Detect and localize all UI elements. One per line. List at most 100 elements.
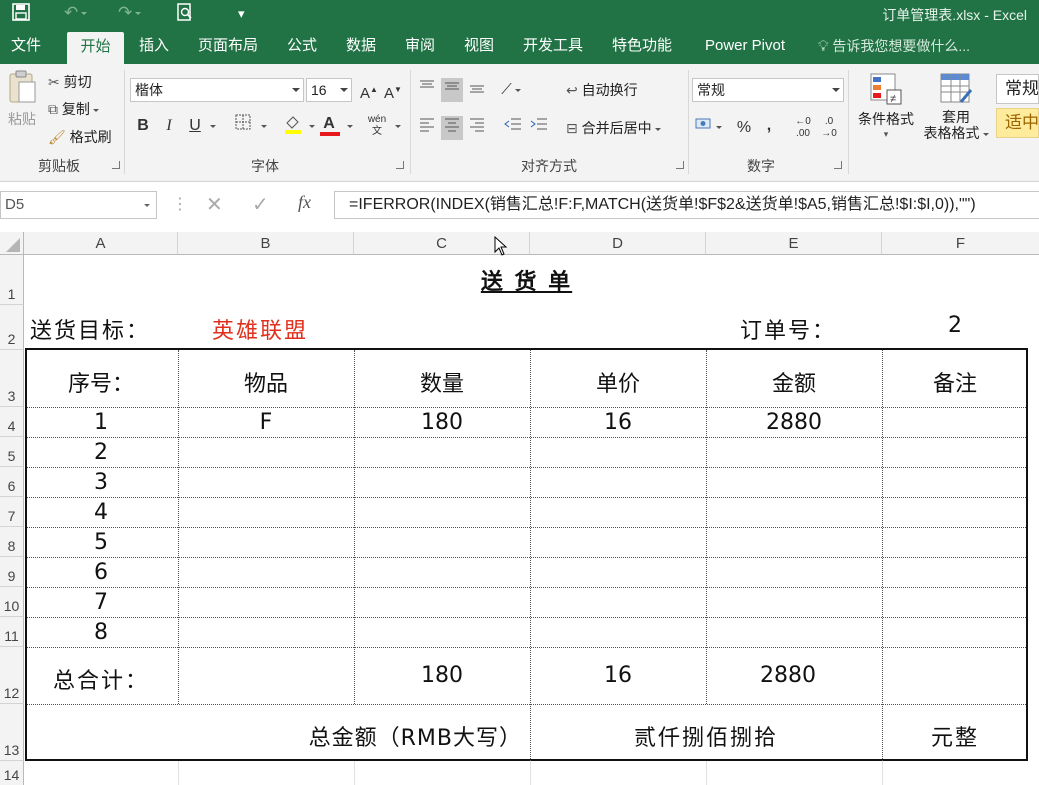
cell-no[interactable]: 6 — [24, 560, 178, 585]
row-header-1[interactable]: 1 — [0, 255, 24, 305]
insert-function-icon[interactable]: fx — [298, 192, 311, 213]
row-header-5[interactable]: 5 — [0, 437, 24, 467]
row-header-10[interactable]: 10 — [0, 587, 24, 617]
row-header-11[interactable]: 11 — [0, 617, 24, 647]
print-preview-icon[interactable] — [176, 3, 194, 26]
font-size-combo[interactable]: 16 — [306, 78, 352, 102]
comma-button[interactable]: , — [758, 114, 780, 138]
customize-icon[interactable]: ▾ — [238, 6, 245, 22]
align-bottom-icon[interactable] — [466, 78, 488, 102]
row-header-3[interactable]: 3 — [0, 350, 24, 407]
cell-no[interactable]: 3 — [24, 470, 178, 495]
cell-no[interactable]: 2 — [24, 440, 178, 465]
increase-indent-icon[interactable] — [528, 116, 550, 140]
alignment-launcher-icon[interactable] — [676, 161, 684, 169]
redo-icon[interactable]: ↷ — [118, 3, 142, 23]
sheet-title[interactable]: 送 货 单 — [24, 264, 1029, 296]
underline-button[interactable]: U — [184, 114, 206, 138]
paste-button[interactable]: 粘贴 — [4, 70, 40, 132]
target-value[interactable]: 英雄联盟 — [212, 313, 308, 345]
order-label[interactable]: 订单号： — [740, 313, 836, 345]
column-header-f[interactable]: F — [882, 232, 1039, 255]
column-header-d[interactable]: D — [530, 232, 706, 255]
number-format-combo[interactable]: 常规 — [692, 78, 844, 102]
align-right-icon[interactable] — [466, 116, 488, 140]
row-header-14[interactable]: 14 — [0, 761, 24, 785]
row-header-13[interactable]: 13 — [0, 704, 24, 761]
cell-price[interactable]: 16 — [530, 410, 706, 435]
total-price[interactable]: 16 — [530, 663, 706, 688]
copy-button[interactable]: ⧉ 复制 — [48, 99, 99, 119]
tab-insert[interactable]: 插入 — [131, 28, 177, 64]
number-launcher-icon[interactable] — [834, 161, 842, 169]
select-all-corner[interactable] — [0, 232, 24, 255]
fill-color-icon[interactable] — [282, 114, 304, 138]
column-header-b[interactable]: B — [178, 232, 354, 255]
row-header-9[interactable]: 9 — [0, 557, 24, 587]
more-options-icon[interactable]: ⋮ — [172, 194, 188, 214]
align-middle-icon[interactable] — [441, 78, 463, 102]
row-header-4[interactable]: 4 — [0, 407, 24, 437]
tab-data[interactable]: 数据 — [338, 28, 384, 64]
align-top-icon[interactable] — [416, 78, 438, 102]
header-note[interactable]: 备注 — [882, 366, 1028, 398]
column-header-a[interactable]: A — [24, 232, 178, 255]
merge-center-button[interactable]: ⊟ 合并后居中 — [566, 118, 661, 138]
tab-formulas[interactable]: 公式 — [279, 28, 325, 64]
name-box[interactable]: D5 — [0, 191, 157, 219]
cell-no[interactable]: 4 — [24, 500, 178, 525]
header-qty[interactable]: 数量 — [354, 366, 530, 398]
accounting-format-icon[interactable] — [694, 116, 722, 140]
cell-no[interactable]: 7 — [24, 590, 178, 615]
undo-icon[interactable]: ↶ — [64, 3, 88, 23]
tab-page-layout[interactable]: 页面布局 — [190, 28, 266, 64]
wrap-text-button[interactable]: ↩ 自动换行 — [566, 80, 638, 100]
cell-no[interactable]: 5 — [24, 530, 178, 555]
borders-icon[interactable] — [232, 114, 254, 138]
decrease-decimal-button[interactable]: .0 →0 — [818, 116, 840, 140]
tab-power-pivot[interactable]: Power Pivot — [693, 28, 797, 64]
format-as-table-button[interactable]: 套用 表格格式 — [920, 72, 992, 141]
bold-button[interactable]: B — [132, 114, 154, 138]
header-no[interactable]: 序号： — [24, 366, 178, 398]
formula-input[interactable]: =IFERROR(INDEX(销售汇总!F:F,MATCH(送货单!$F$2&送… — [334, 191, 1039, 219]
style-normal[interactable]: 常规 — [996, 74, 1039, 104]
cancel-icon[interactable]: ✕ — [206, 192, 223, 217]
tab-file[interactable]: 文件 — [0, 28, 52, 64]
increase-decimal-button[interactable]: ←0.00 — [792, 116, 814, 140]
row-header-8[interactable]: 8 — [0, 527, 24, 557]
tab-view[interactable]: 视图 — [456, 28, 502, 64]
font-name-combo[interactable]: 楷体 — [130, 78, 304, 102]
font-color-icon[interactable]: A — [318, 112, 340, 136]
total-amount[interactable]: 2880 — [706, 663, 870, 688]
tell-me-search[interactable]: 💡︎ 告诉我您想要做什么... — [818, 28, 970, 64]
row-header-7[interactable]: 7 — [0, 497, 24, 527]
format-painter-button[interactable]: 🖌︎ 格式刷 — [48, 127, 112, 147]
decrease-indent-icon[interactable] — [502, 116, 524, 140]
cell-amount[interactable]: 2880 — [706, 410, 882, 435]
cell-item[interactable]: F — [178, 410, 354, 435]
save-icon[interactable] — [12, 3, 30, 26]
row-header-12[interactable]: 12 — [0, 647, 24, 704]
header-amount[interactable]: 金额 — [706, 366, 882, 398]
column-header-e[interactable]: E — [706, 232, 882, 255]
grow-font-button[interactable]: A▲ — [358, 78, 380, 102]
phonetic-guide-icon[interactable]: wén 文 — [366, 114, 388, 138]
tab-developer[interactable]: 开发工具 — [515, 28, 591, 64]
rmb-suffix[interactable]: 元整 — [882, 720, 1028, 752]
style-neutral[interactable]: 适中 — [996, 108, 1039, 138]
cut-button[interactable]: ✂ 剪切 — [48, 72, 92, 92]
header-price[interactable]: 单价 — [530, 366, 706, 398]
clipboard-launcher-icon[interactable] — [112, 161, 120, 169]
italic-button[interactable]: I — [158, 114, 180, 138]
order-value[interactable]: 2 — [882, 313, 1028, 338]
conditional-formatting-button[interactable]: ≠ 条件格式 ▾ — [854, 72, 918, 140]
rmb-value[interactable]: 贰仟捌佰捌拾 — [530, 720, 882, 752]
cell-no[interactable]: 8 — [24, 620, 178, 645]
enter-icon[interactable]: ✓ — [252, 192, 269, 217]
cell-qty[interactable]: 180 — [354, 410, 530, 435]
total-qty[interactable]: 180 — [354, 663, 530, 688]
total-label[interactable]: 总合计： — [24, 663, 178, 695]
tab-special-features[interactable]: 特色功能 — [604, 28, 680, 64]
header-item[interactable]: 物品 — [178, 366, 354, 398]
